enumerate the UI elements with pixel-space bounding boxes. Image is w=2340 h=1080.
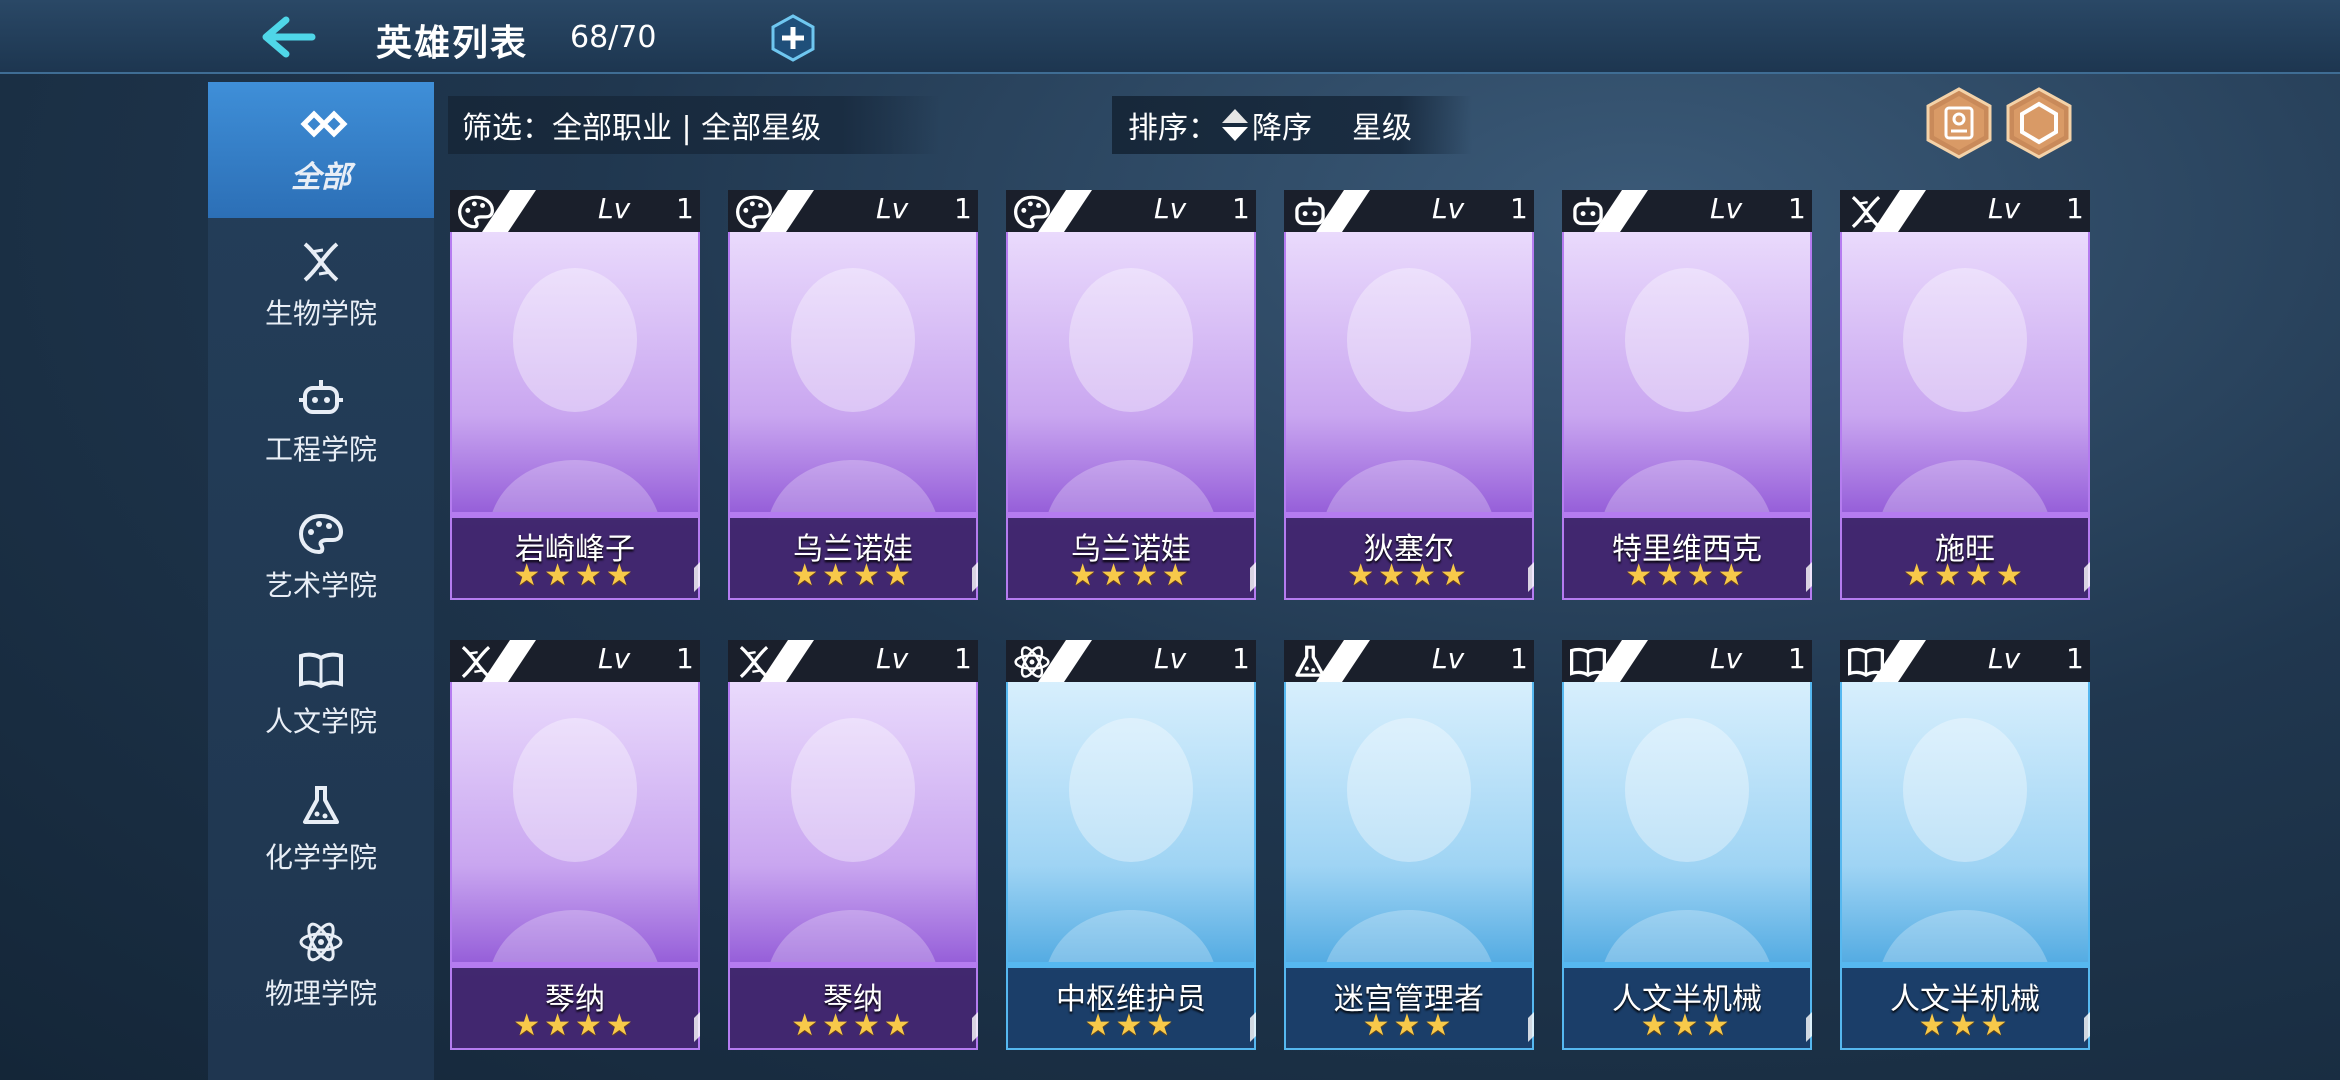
hero-card[interactable]: Lv 1 乌兰诺娃 ★★★★ — [1006, 190, 1256, 600]
filter-label: 筛选：全部职业 | 全部星级 — [462, 111, 822, 146]
sidebar-item-label: 工程学院 — [264, 433, 377, 466]
level-prefix: Lv — [1154, 642, 1187, 675]
sidebar-item-label: 物理学院 — [264, 977, 377, 1010]
atom-icon — [299, 922, 343, 962]
hero-stars: ★★★★ — [1347, 558, 1471, 593]
sort-bar: 排序： 降序 星级 — [1112, 96, 1472, 154]
dna-icon — [1851, 196, 1881, 228]
palette-icon — [1013, 195, 1051, 229]
flask-icon — [1295, 645, 1325, 677]
atom-icon — [1014, 646, 1050, 678]
sidebar-item-biology[interactable]: 生物学院 — [208, 218, 434, 354]
hero-level: 1 — [954, 192, 972, 225]
sidebar-item-art[interactable]: 艺术学院 — [208, 490, 434, 626]
level-prefix: Lv — [1432, 192, 1465, 225]
filter-dropdown[interactable]: 筛选：全部职业 | 全部星级 — [448, 96, 940, 154]
sort-key-button[interactable]: 星级 — [1352, 103, 1412, 147]
hero-level: 1 — [676, 642, 694, 675]
level-prefix: Lv — [598, 192, 631, 225]
hero-card[interactable]: Lv 1 迷宫管理者 ★★★ — [1284, 640, 1534, 1050]
hero-level: 1 — [1510, 642, 1528, 675]
back-arrow-icon[interactable] — [258, 12, 318, 62]
hero-count: 68/70 — [570, 20, 657, 55]
robot-icon — [1295, 197, 1325, 226]
sort-direction-toggle[interactable]: 降序 — [1218, 103, 1312, 147]
hero-stars: ★★★ — [1640, 1008, 1734, 1043]
hero-card[interactable]: Lv 1 琴纳 ★★★★ — [728, 640, 978, 1050]
hero-level: 1 — [1232, 192, 1250, 225]
hero-level: 1 — [676, 192, 694, 225]
sidebar-item-all[interactable]: 全部 — [208, 82, 434, 218]
hero-stars: ★★★★ — [513, 558, 637, 593]
hero-stars: ★★★ — [1084, 1008, 1178, 1043]
hero-card[interactable]: Lv 1 乌兰诺娃 ★★★★ — [728, 190, 978, 600]
hero-card[interactable]: Lv 1 中枢维护员 ★★★ — [1006, 640, 1256, 1050]
sidebar-item-label: 全部 — [291, 160, 351, 195]
hero-level: 1 — [2066, 642, 2084, 675]
sidebar-item-chemistry[interactable]: 化学学院 — [208, 762, 434, 898]
hero-stars: ★★★ — [1918, 1008, 2012, 1043]
hero-card[interactable]: Lv 1 人文半机械 ★★★ — [1562, 640, 1812, 1050]
sort-label: 排序： — [1128, 111, 1218, 146]
hero-stars: ★★★★ — [1069, 558, 1193, 593]
robot-icon — [1573, 197, 1603, 226]
level-prefix: Lv — [1154, 192, 1187, 225]
hero-card[interactable]: Lv 1 特里维西克 ★★★★ — [1562, 190, 1812, 600]
add-slot-button[interactable] — [770, 14, 816, 62]
infinity-icon — [300, 110, 348, 138]
dna-icon — [461, 646, 491, 678]
hero-stars: ★★★★ — [1625, 558, 1749, 593]
level-prefix: Lv — [598, 642, 631, 675]
hero-level: 1 — [1788, 192, 1806, 225]
level-prefix: Lv — [1988, 642, 2021, 675]
sidebar-item-physics[interactable]: 物理学院 — [208, 898, 434, 1034]
hero-stars: ★★★★ — [791, 1008, 915, 1043]
sidebar-item-engineering[interactable]: 工程学院 — [208, 354, 434, 490]
hero-stars: ★★★★ — [1903, 558, 2027, 593]
hero-level: 1 — [954, 642, 972, 675]
level-prefix: Lv — [876, 192, 909, 225]
hero-card[interactable]: Lv 1 施旺 ★★★★ — [1840, 190, 2090, 600]
sidebar-item-label: 人文学院 — [264, 705, 377, 738]
hero-level: 1 — [1510, 192, 1528, 225]
level-prefix: Lv — [1432, 642, 1465, 675]
hero-profile-button[interactable] — [1924, 86, 1994, 160]
college-sidebar: 全部 生物学院 工程学院 艺术学院 人文学院 化学学院 物理学院 — [208, 82, 434, 1080]
palette-icon — [457, 195, 495, 229]
hero-level: 1 — [1788, 642, 1806, 675]
hero-card[interactable]: Lv 1 琴纳 ★★★★ — [450, 640, 700, 1050]
level-prefix: Lv — [1988, 192, 2021, 225]
hero-card[interactable]: Lv 1 狄塞尔 ★★★★ — [1284, 190, 1534, 600]
level-prefix: Lv — [876, 642, 909, 675]
top-bar: 英雄列表 68/70 — [0, 0, 2340, 74]
dna-icon — [303, 242, 339, 282]
sidebar-item-label: 艺术学院 — [264, 569, 377, 602]
hero-stars: ★★★★ — [513, 1008, 637, 1043]
book-icon — [299, 652, 343, 689]
book-icon — [1848, 647, 1884, 678]
page-title: 英雄列表 — [376, 23, 529, 64]
sidebar-item-label: 化学学院 — [264, 841, 377, 874]
level-prefix: Lv — [1710, 192, 1743, 225]
hero-level: 1 — [1232, 642, 1250, 675]
sidebar-item-label: 生物学院 — [264, 297, 377, 330]
dna-icon — [739, 646, 769, 678]
hero-card[interactable]: Lv 1 人文半机械 ★★★ — [1840, 640, 2090, 1050]
hero-stars: ★★★★ — [791, 558, 915, 593]
sidebar-item-humanities[interactable]: 人文学院 — [208, 626, 434, 762]
sort-arrows-icon — [1222, 109, 1248, 141]
hero-card[interactable]: Lv 1 岩崎峰子 ★★★★ — [450, 190, 700, 600]
level-prefix: Lv — [1710, 642, 1743, 675]
sort-direction-label: 降序 — [1252, 111, 1312, 146]
palette-icon — [735, 195, 773, 229]
flask-icon — [303, 786, 339, 824]
hero-level: 1 — [2066, 192, 2084, 225]
robot-icon — [299, 380, 343, 414]
expand-view-button[interactable] — [2004, 86, 2074, 160]
hero-stars: ★★★ — [1362, 1008, 1456, 1043]
book-icon — [1570, 647, 1606, 678]
palette-icon — [298, 513, 344, 555]
